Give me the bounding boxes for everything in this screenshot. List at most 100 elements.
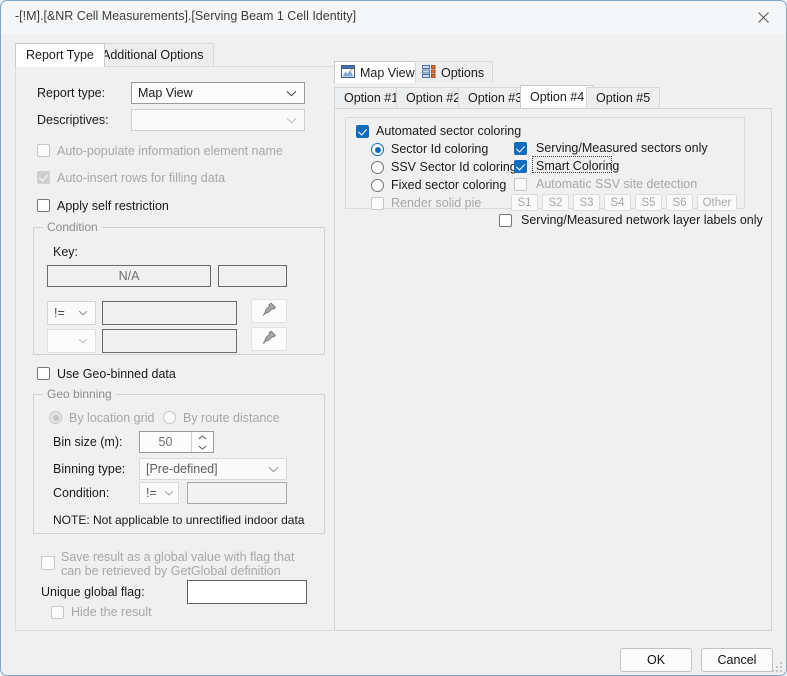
geo-binning-group-caption: Geo binning <box>43 387 116 401</box>
save-result-global-label-line2: can be retrieved by GetGlobal definition <box>61 564 281 578</box>
render-solid-pie-checkbox[interactable] <box>371 197 384 210</box>
sector-button-other-label: Other <box>702 196 732 209</box>
hide-result-label: Hide the result <box>71 605 152 619</box>
ok-button[interactable]: OK <box>620 648 692 672</box>
condition-operator-1-value: != <box>54 306 65 320</box>
binning-type-combo[interactable]: [Pre-defined] <box>139 458 287 480</box>
tab-option-4-label: Option #4 <box>530 90 585 104</box>
geo-condition-operator-combo[interactable]: != <box>139 482 179 504</box>
hide-result-checkbox[interactable] <box>51 606 64 619</box>
chevron-down-icon <box>268 459 279 479</box>
sector-button-s5-label: S5 <box>641 196 656 209</box>
smart-coloring-checkbox[interactable] <box>514 160 527 173</box>
cancel-button[interactable]: Cancel <box>701 648 773 672</box>
ssv-sector-id-coloring-label: SSV Sector Id coloring <box>391 160 517 174</box>
serving-measured-sectors-checkbox[interactable] <box>514 142 527 155</box>
bin-size-arrows[interactable] <box>191 432 213 452</box>
tab-additional-options[interactable]: Additional Options <box>91 43 215 67</box>
auto-populate-label: Auto-populate information element name <box>57 144 283 158</box>
apply-self-restriction-checkbox[interactable] <box>37 199 50 212</box>
tab-option-1-label: Option #1 <box>344 91 399 105</box>
binning-type-value: [Pre-defined] <box>146 462 218 476</box>
tab-option-5[interactable]: Option #5 <box>586 87 661 108</box>
auto-populate-checkbox[interactable] <box>37 144 50 157</box>
sector-id-coloring-radio[interactable] <box>371 143 384 156</box>
serving-measured-sectors-label: Serving/Measured sectors only <box>536 141 708 155</box>
by-location-grid-radio[interactable] <box>49 411 62 424</box>
condition-group-caption: Condition <box>43 220 102 234</box>
chevron-down-icon <box>286 83 297 103</box>
key-extra-field[interactable] <box>218 265 287 287</box>
tab-report-type[interactable]: Report Type <box>15 43 105 67</box>
render-solid-pie-label: Render solid pie <box>391 196 482 210</box>
close-icon <box>757 11 770 24</box>
report-type-value: Map View <box>138 86 193 100</box>
tab-options-label: Options <box>441 65 485 80</box>
automated-sector-coloring-label: Automated sector coloring <box>376 124 522 138</box>
tab-options[interactable]: Options <box>415 61 494 83</box>
tab-option-3-label: Option #3 <box>468 91 523 105</box>
sector-button-s6-label: S6 <box>672 196 687 209</box>
bin-size-stepper[interactable]: 50 <box>139 431 214 453</box>
condition-operator-2-combo[interactable] <box>47 329 96 353</box>
by-route-distance-radio[interactable] <box>163 411 176 424</box>
by-route-distance-label: By route distance <box>183 411 280 425</box>
report-type-combo[interactable]: Map View <box>131 82 305 104</box>
auto-insert-checkbox[interactable] <box>37 171 50 184</box>
sector-button-s1-label: S1 <box>517 196 532 209</box>
bin-size-value: 50 <box>158 435 173 449</box>
chevron-down-icon[interactable] <box>192 442 213 452</box>
tab-map-view[interactable]: Map View <box>334 61 424 83</box>
map-view-icon <box>341 64 355 81</box>
condition-value-2-field[interactable] <box>102 329 237 353</box>
use-geo-binned-checkbox[interactable] <box>37 367 50 380</box>
view-panel: Map View Options Option #1 Option #2 Opt… <box>334 61 772 631</box>
sector-button-s1[interactable]: S1 <box>511 194 538 211</box>
sector-button-s6[interactable]: S6 <box>666 194 693 211</box>
key-label: Key: <box>53 245 79 259</box>
pin-icon <box>261 301 278 321</box>
chevron-down-icon <box>78 302 88 324</box>
pin-icon <box>261 329 278 349</box>
condition-pick-2-button[interactable] <box>251 327 287 351</box>
tab-additional-options-label: Additional Options <box>102 48 204 62</box>
title-bar: -[!M].[&NR Cell Measurements].[Serving B… <box>1 1 786 34</box>
chevron-up-icon[interactable] <box>192 432 213 442</box>
tab-option-5-label: Option #5 <box>596 91 651 105</box>
dialog-window: -[!M].[&NR Cell Measurements].[Serving B… <box>0 0 787 676</box>
save-result-global-checkbox[interactable] <box>41 556 55 570</box>
sector-button-s5[interactable]: S5 <box>635 194 662 211</box>
network-layer-labels-label: Serving/Measured network layer labels on… <box>521 213 763 227</box>
close-button[interactable] <box>741 1 786 33</box>
sector-button-s3[interactable]: S3 <box>573 194 600 211</box>
ssv-sector-id-coloring-radio[interactable] <box>371 161 384 174</box>
network-layer-labels-checkbox[interactable] <box>499 214 512 227</box>
sector-button-s4[interactable]: S4 <box>604 194 631 211</box>
condition-value-1-field[interactable] <box>102 301 237 325</box>
tab-option-4[interactable]: Option #4 <box>520 85 595 108</box>
descriptives-combo[interactable] <box>131 109 305 131</box>
automated-sector-coloring-checkbox[interactable] <box>356 125 369 138</box>
geo-condition-label: Condition: <box>53 486 110 500</box>
sector-coloring-group: Automated sector coloring Sector Id colo… <box>345 117 763 227</box>
key-value-field[interactable]: N/A <box>47 265 211 287</box>
sector-button-other[interactable]: Other <box>697 194 737 211</box>
chevron-down-icon <box>286 110 297 130</box>
options-list-icon <box>422 64 436 81</box>
save-result-global-label-line1: Save result as a global value with flag … <box>61 550 295 564</box>
resize-grip[interactable] <box>772 662 782 672</box>
geo-condition-value-field[interactable] <box>187 482 287 504</box>
condition-operator-1-combo[interactable]: != <box>47 301 96 325</box>
view-tabstrip: Map View Options <box>334 61 772 83</box>
fixed-sector-coloring-radio[interactable] <box>371 179 384 192</box>
chevron-down-icon <box>78 330 88 352</box>
condition-pick-1-button[interactable] <box>251 299 287 323</box>
auto-insert-label: Auto-insert rows for filling data <box>57 171 226 185</box>
fixed-sector-coloring-label: Fixed sector coloring <box>391 178 507 192</box>
sector-button-s2[interactable]: S2 <box>542 194 569 211</box>
unique-global-flag-input[interactable] <box>187 580 307 604</box>
automatic-ssv-site-detection-label: Automatic SSV site detection <box>536 177 698 191</box>
automatic-ssv-site-detection-checkbox[interactable] <box>514 178 527 191</box>
binning-type-label: Binning type: <box>53 462 126 476</box>
descriptives-label: Descriptives: <box>37 113 109 127</box>
